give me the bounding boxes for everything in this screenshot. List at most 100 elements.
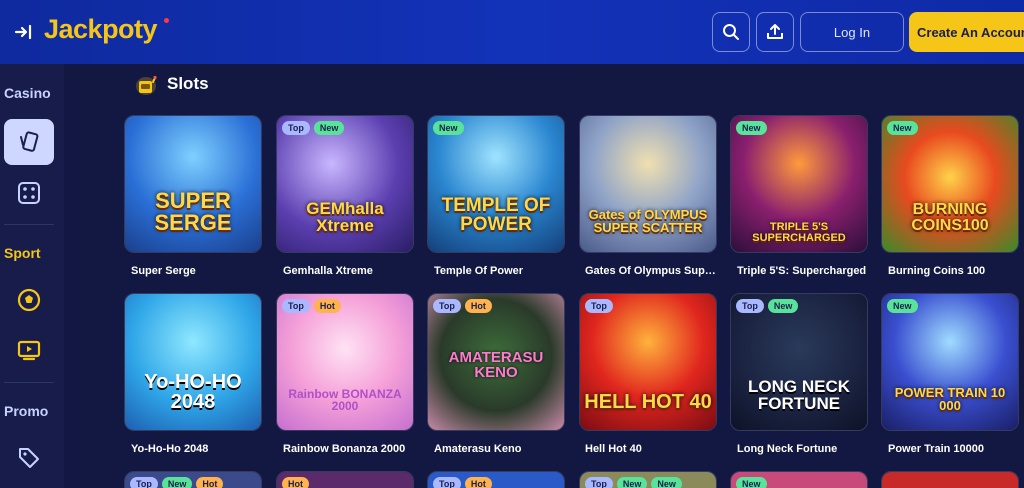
badge-group: New (887, 299, 918, 313)
game-title[interactable]: Gates Of Olympus Sup… (585, 265, 735, 277)
sidebar-promo-label[interactable]: Promo (4, 403, 48, 419)
badge-group: New (736, 477, 767, 488)
game-title[interactable]: Burning Coins 100 (888, 265, 1024, 277)
game-title[interactable]: Super Serge (131, 265, 281, 277)
sidebar-toggle-icon[interactable] (14, 22, 34, 42)
badge-top: Top (282, 299, 310, 313)
game-card-partial[interactable]: Top Hot (427, 471, 565, 488)
game-card-partial[interactable]: Top New New (579, 471, 717, 488)
game-title[interactable]: Power Train 10000 (888, 443, 1024, 455)
jackpoty-logo[interactable]: Jackpoty (44, 14, 158, 45)
badge-group: Top Hot (282, 299, 341, 313)
game-card-long-neck-fortune[interactable]: Top New LONG NECK FORTUNE (730, 293, 868, 431)
game-logo-text: HELL HOT 40 (584, 391, 712, 413)
game-card-rainbow-bonanza[interactable]: Top Hot Rainbow BONANZA 2000 (276, 293, 414, 431)
game-logo-text: TRIPLE 5'S SUPERCHARGED (752, 221, 846, 244)
badge-group: New (736, 121, 767, 135)
game-title[interactable]: Long Neck Fortune (737, 443, 887, 455)
badge-new: New (433, 121, 464, 135)
badge-top: Top (282, 121, 310, 135)
badge-group: Top New (282, 121, 345, 135)
badge-new: New (887, 121, 918, 135)
game-card-partial[interactable] (881, 471, 1019, 488)
game-title[interactable]: Triple 5'S: Supercharged (737, 265, 887, 277)
sidebar-item-promotions[interactable] (4, 435, 54, 481)
badge-new: New (736, 121, 767, 135)
badge-group: New (887, 121, 918, 135)
sidebar-divider (4, 382, 54, 383)
badge-group: Top Hot (433, 477, 492, 488)
game-logo-text: Gates of OLYMPUS SUPER SCATTER (588, 207, 708, 235)
search-icon (723, 24, 739, 40)
badge-hot: Hot (313, 299, 341, 313)
badge-hot: Hot (196, 477, 224, 488)
badge-group: Top (585, 299, 613, 313)
game-title[interactable]: Rainbow Bonanza 2000 (283, 443, 433, 455)
badge-top: Top (130, 477, 158, 488)
badge-new: New (616, 477, 648, 488)
badge-hot: Hot (464, 299, 492, 313)
search-button[interactable] (712, 12, 750, 52)
sidebar-item-sports[interactable] (4, 277, 54, 323)
game-card-power-train[interactable]: New POWER TRAIN 10 000 (881, 293, 1019, 431)
game-card-super-serge[interactable]: SUPER SERGE (124, 115, 262, 253)
badge-group: Top New (736, 299, 799, 313)
sidebar-item-live-sports[interactable] (4, 327, 54, 373)
badge-group: Top New Hot (130, 477, 224, 488)
badge-hot: Hot (282, 477, 309, 488)
game-card-gates-of-olympus[interactable]: Gates of OLYMPUS SUPER SCATTER (579, 115, 717, 253)
game-logo-text: LONG NECK FORTUNE (748, 377, 850, 413)
badge-group: New (433, 121, 464, 135)
game-card-partial[interactable]: New (730, 471, 868, 488)
cards-icon (20, 131, 39, 152)
tag-icon (19, 448, 39, 468)
game-card-yo-ho-ho[interactable]: Yo-HO-HO 2048 (124, 293, 262, 431)
sidebar-item-table-games[interactable] (4, 170, 54, 216)
game-logo-text: TEMPLE OF POWER (441, 195, 551, 235)
game-logo-text: AMATERASU KENO (448, 349, 544, 381)
badge-new: New (161, 477, 193, 488)
sidebar-casino-label[interactable]: Casino (4, 85, 51, 101)
slot-machine-icon (136, 75, 157, 95)
game-card-partial[interactable]: Hot (276, 471, 414, 488)
game-card-partial[interactable]: Top New Hot (124, 471, 262, 488)
badge-new: New (651, 477, 682, 488)
badge-top: Top (585, 477, 613, 488)
game-title[interactable]: Amaterasu Keno (434, 443, 584, 455)
badge-group: Top Hot (433, 299, 492, 313)
game-logo-text: SUPER SERGE (154, 188, 232, 235)
badge-new: New (887, 299, 918, 313)
badge-top: Top (433, 477, 461, 488)
game-card-gemhalla-xtreme[interactable]: Top New GEMhalla Xtreme (276, 115, 414, 253)
game-card-triple-5s[interactable]: New TRIPLE 5'S SUPERCHARGED (730, 115, 868, 253)
top-header: Jackpoty Log In Create An Account (0, 0, 1024, 64)
game-title[interactable]: Yo-Ho-Ho 2048 (131, 443, 281, 455)
sidebar-divider (4, 224, 54, 225)
share-upload-icon (767, 24, 783, 39)
section-title: Slots (167, 74, 209, 93)
game-card-temple-of-power[interactable]: New TEMPLE OF POWER (427, 115, 565, 253)
login-button[interactable]: Log In (800, 12, 904, 52)
game-card-hell-hot[interactable]: Top HELL HOT 40 (579, 293, 717, 431)
share-button[interactable] (756, 12, 794, 52)
game-title[interactable]: Hell Hot 40 (585, 443, 735, 455)
soccer-ball-icon (17, 288, 41, 312)
game-card-burning-coins[interactable]: New BURNING COINS100 (881, 115, 1019, 253)
badge-group: Top New New (585, 477, 682, 488)
create-account-button[interactable]: Create An Account (909, 12, 1024, 52)
badge-new: New (313, 121, 345, 135)
badge-top: Top (585, 299, 613, 313)
sidebar-sport-label[interactable]: Sport (4, 245, 41, 261)
game-logo-text: BURNING COINS100 (911, 201, 989, 234)
sidebar-item-casino-games[interactable] (4, 119, 54, 165)
game-title[interactable]: Temple Of Power (434, 265, 584, 277)
game-logo-text: GEMhalla Xtreme (306, 199, 384, 235)
badge-top: Top (433, 299, 461, 313)
game-card-amaterasu-keno[interactable]: Top Hot AMATERASU KENO (427, 293, 565, 431)
game-logo-text: POWER TRAIN 10 000 (894, 385, 1006, 413)
sidebar: Casino Sport Promo (0, 64, 64, 488)
dice-icon (18, 182, 40, 204)
game-title[interactable]: Gemhalla Xtreme (283, 265, 433, 277)
badge-hot: Hot (464, 477, 492, 488)
game-thumbnail (882, 472, 1018, 488)
